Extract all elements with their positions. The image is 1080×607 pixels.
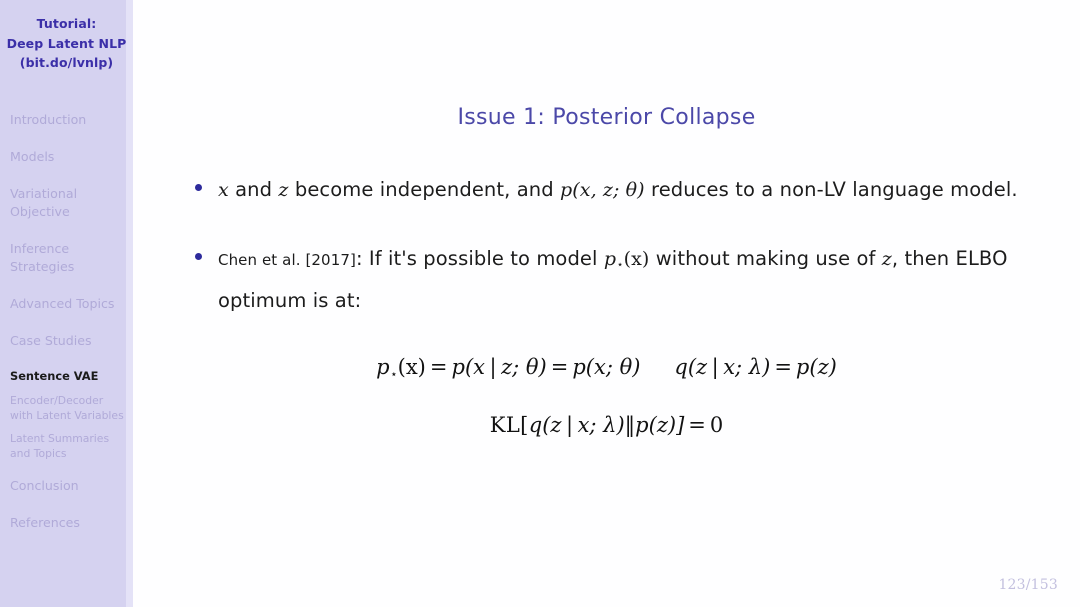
bullet-lead: If it's possible to model — [368, 247, 604, 270]
sidebar-item-advanced-topics[interactable]: Advanced Topics — [10, 295, 129, 313]
math-p-star-arg: (x) — [623, 248, 650, 270]
sidebar-edge-strip — [126, 0, 133, 607]
bullet-independence-text: x and z become independent, and p(x, z; … — [218, 172, 1018, 208]
eq1-star: ⋆ — [390, 366, 398, 381]
math-fn-p: p — [560, 179, 573, 201]
eq2-equals: = — [688, 412, 706, 437]
eq1-p2: p — [451, 355, 465, 380]
citation-chen-2017[interactable]: Chen et al. [2017] — [218, 251, 356, 269]
eq1-arg1: (x) — [397, 355, 426, 380]
sidebar-item-introduction[interactable]: Introduction — [10, 111, 129, 129]
list-item: Chen et al. [2017]: If it's possible to … — [195, 241, 1058, 319]
sidebar-title-line-1: Tutorial: — [36, 16, 97, 31]
sidebar-item-conclusion[interactable]: Conclusion — [10, 477, 129, 495]
sidebar-subitem-encoder-decoder[interactable]: Encoder/Decoder with Latent Variables — [10, 394, 129, 423]
eq1-p4: p — [795, 355, 810, 380]
eq1-condbar-2: | — [711, 355, 719, 380]
eq1-q: q — [674, 355, 688, 380]
eq1-equals-3: = — [774, 355, 792, 380]
citation-colon: : — [355, 247, 369, 270]
eq1-condbar-1: | — [489, 355, 497, 380]
eq1-p4-arg: (z) — [809, 355, 837, 380]
equation-optimum: p⋆(x) = p(x | z; θ) = p(x; θ) q(z | x; λ) = p(z) — [133, 355, 1080, 381]
slide: Tutorial: Deep Latent NLP (bit.do/lvnlp)… — [0, 0, 1080, 607]
eq1-zsemi: z; θ) — [501, 355, 547, 380]
eq2-q-open: (z — [542, 412, 562, 437]
eq1-open2: (x — [464, 355, 485, 380]
eq2-zero: 0 — [709, 412, 724, 437]
page-title: Issue 1: Posterior Collapse — [457, 105, 756, 130]
eq2-q-rest: x; λ) — [577, 412, 625, 437]
bullet-mid: without making use of — [649, 247, 882, 270]
bullet-text-and: and — [228, 178, 279, 201]
equation-kl-zero: KL[q(z | x; λ)‖p(z)] = 0 — [133, 413, 1080, 437]
eq1-p1: p — [376, 355, 390, 380]
math-var-z-2: z — [881, 248, 892, 270]
eq2-q: q — [528, 412, 543, 437]
eq1-equals-1: = — [429, 355, 448, 380]
eq1-arg3: (x; θ) — [585, 355, 641, 380]
bullet-list: x and z become independent, and p(x, z; … — [133, 172, 1080, 319]
sidebar-item-models[interactable]: Models — [10, 148, 129, 166]
math-var-z: z — [278, 179, 289, 201]
sidebar-subitem-sentence-vae[interactable]: Sentence VAE — [10, 369, 129, 384]
eq1-p3: p — [572, 355, 586, 380]
eq2-condbar: | — [565, 412, 574, 437]
eq2-p-arg: (z)] — [648, 412, 685, 437]
math-fn-p-star: p — [603, 248, 617, 270]
bullet-text-mid: become independent, and — [288, 178, 561, 201]
bullet-chen-text: Chen et al. [2017]: If it's possible to … — [218, 241, 1058, 319]
page-number: 123/153 — [998, 577, 1058, 593]
sidebar-subitem-latent-summaries[interactable]: Latent Summaries and Topics — [10, 432, 129, 461]
slide-content: Issue 1: Posterior Collapse x and z beco… — [133, 0, 1080, 607]
sidebar-title-line-3: (bit.do/lvnlp) — [19, 55, 114, 70]
sidebar-nav-list: Introduction Models Variational Objectiv… — [0, 111, 133, 533]
sidebar-item-references[interactable]: References — [10, 514, 129, 532]
bullet-dot-icon — [195, 184, 202, 191]
eq1-q-rest: x; λ) — [723, 355, 771, 380]
eq2-double-bar: ‖ — [624, 412, 636, 437]
sidebar-item-variational-objective[interactable]: Variational Objective — [10, 185, 129, 221]
sidebar-item-case-studies[interactable]: Case Studies — [10, 332, 129, 350]
bullet-dot-icon — [195, 253, 202, 260]
sidebar-item-inference-strategies[interactable]: Inference Strategies — [10, 240, 129, 276]
bullet-text-tail: reduces to a non-LV language model. — [644, 178, 1018, 201]
sidebar-navigation: Tutorial: Deep Latent NLP (bit.do/lvnlp)… — [0, 0, 133, 607]
eq2-kl-label: KL[ — [489, 412, 529, 437]
sidebar-title-line-2: Deep Latent NLP — [6, 35, 127, 51]
eq1-equals-2: = — [550, 355, 569, 380]
sidebar-title: Tutorial: Deep Latent NLP (bit.do/lvnlp) — [0, 0, 133, 73]
eq1-q-open: (z — [687, 355, 708, 380]
math-star-subscript: ⋆ — [616, 258, 624, 272]
math-p-args: (x, z; θ) — [572, 179, 645, 201]
eq2-p: p — [635, 412, 649, 437]
list-item: x and z become independent, and p(x, z; … — [195, 172, 1058, 208]
math-var-x: x — [218, 179, 229, 201]
